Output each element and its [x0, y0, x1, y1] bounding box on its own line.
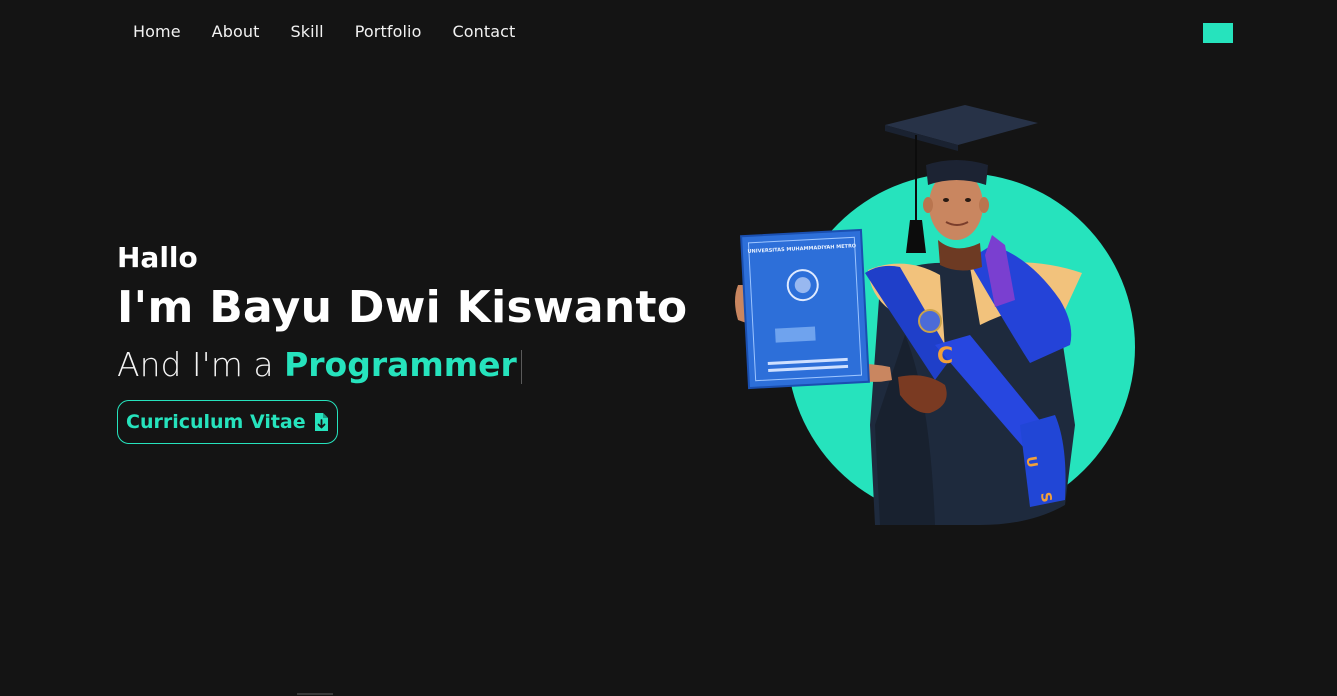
nav-item-skill: Skill — [290, 22, 323, 41]
nav-item-home: Home — [133, 22, 181, 41]
typing-caret — [520, 349, 522, 384]
nav-item-about: About — [212, 22, 260, 41]
cv-button-label: Curriculum Vitae — [126, 411, 306, 433]
hero-role-line: And I'm a Programmer — [117, 344, 687, 386]
hero-role-word: Programmer — [284, 345, 517, 384]
cv-download-button[interactable]: Curriculum Vitae — [117, 400, 338, 444]
graduate-illustration: C U S UNIVERSITAS MUHAMMADIYAH METRO — [735, 105, 1082, 525]
nav-link-about[interactable]: About — [212, 22, 260, 41]
nav-item-contact: Contact — [452, 22, 515, 41]
nav-item-portfolio: Portfolio — [355, 22, 422, 41]
svg-text:C: C — [937, 344, 953, 369]
nav-link-home[interactable]: Home — [133, 22, 181, 41]
hero-text: Hallo I'm Bayu Dwi Kiswanto And I'm a Pr… — [117, 240, 687, 444]
nav-link-skill[interactable]: Skill — [290, 22, 323, 41]
nav-link-contact[interactable]: Contact — [452, 22, 515, 41]
profile-photo: C U S UNIVERSITAS MUHAMMADIYAH METRO — [730, 95, 1150, 535]
scroll-indicator — [297, 693, 333, 695]
navbar: Home About Skill Portfolio Contact — [0, 0, 1337, 64]
nav-link-portfolio[interactable]: Portfolio — [355, 22, 422, 41]
hero-greeting: Hallo — [117, 241, 198, 274]
hero-name: I'm Bayu Dwi Kiswanto — [117, 282, 688, 333]
nav-links: Home About Skill Portfolio Contact — [133, 22, 515, 41]
file-download-icon — [314, 413, 328, 431]
hero-role-prefix: And I'm a — [117, 345, 285, 384]
menu-toggle-icon[interactable] — [1203, 23, 1233, 43]
